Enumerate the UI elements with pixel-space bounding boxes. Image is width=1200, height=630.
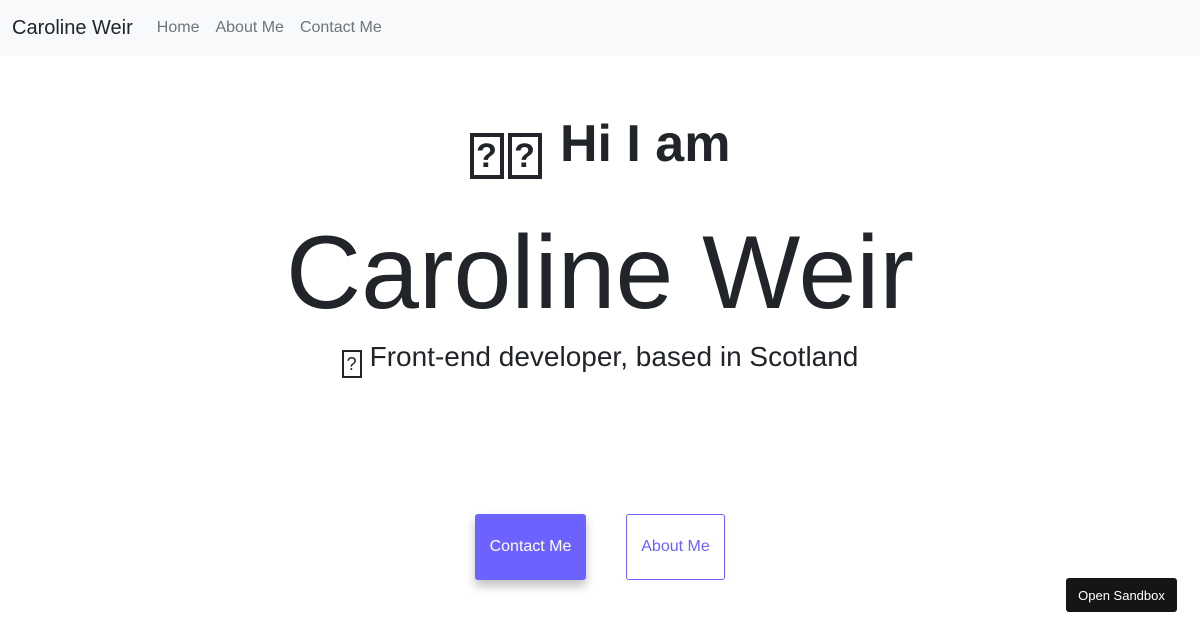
hero-greeting: ?? Hi I am <box>0 112 1200 179</box>
contact-me-button[interactable]: Contact Me <box>475 514 586 580</box>
navbar: Caroline Weir Home About Me Contact Me <box>0 0 1200 56</box>
nav-link-home[interactable]: Home <box>149 0 208 56</box>
open-sandbox-button[interactable]: Open Sandbox <box>1066 578 1177 612</box>
hero-name: Caroline Weir <box>285 215 915 331</box>
missing-glyph-icon: ? <box>507 133 542 179</box>
nav-link-about-me[interactable]: About Me <box>207 0 291 56</box>
navbar-brand[interactable]: Caroline Weir <box>12 0 133 56</box>
hero-subtitle: ? Front-end developer, based in Scotland <box>0 338 1200 378</box>
about-me-button[interactable]: About Me <box>626 514 725 580</box>
missing-glyph-icon: ? <box>469 133 504 179</box>
nav-link-contact-me[interactable]: Contact Me <box>292 0 390 56</box>
greeting-text: Hi I am <box>559 115 731 173</box>
missing-glyph-icon: ? <box>341 350 362 378</box>
subtitle-text: Front-end developer, based in Scotland <box>369 341 859 372</box>
